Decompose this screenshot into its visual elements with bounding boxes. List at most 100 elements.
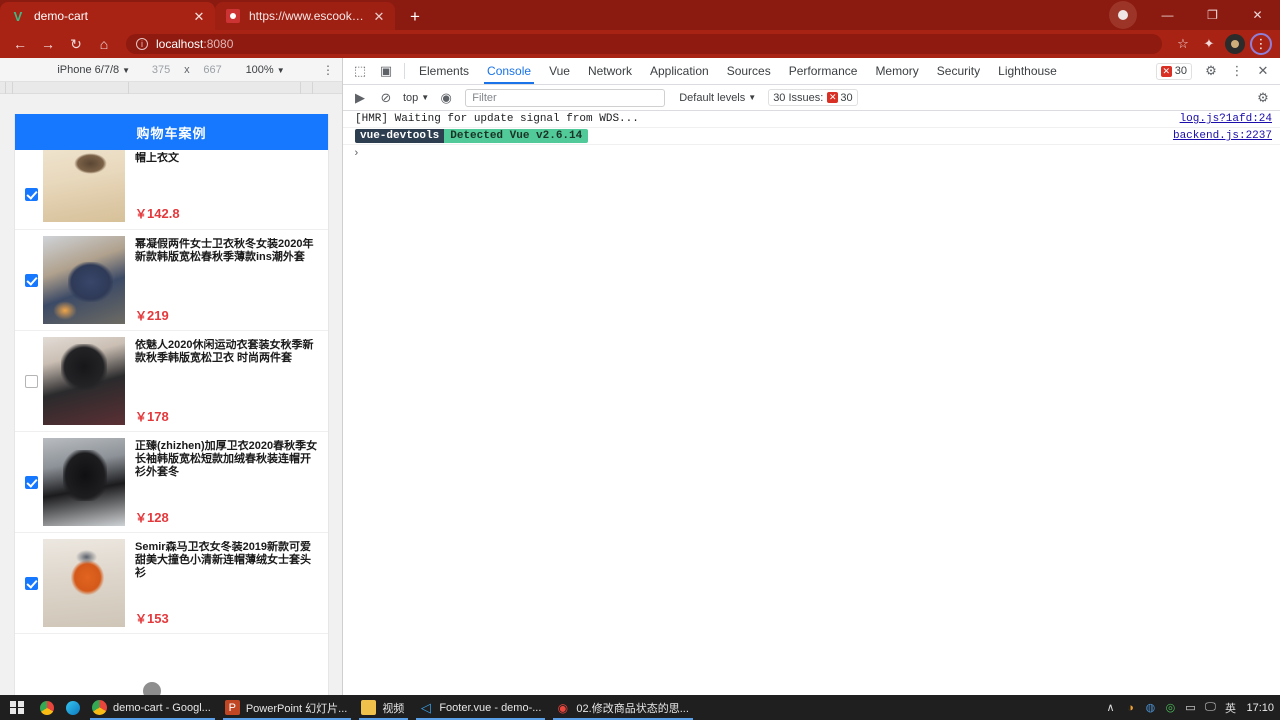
avatar-icon[interactable] [1222,32,1248,56]
list-item[interactable]: Semir森马卫衣女冬装2019新款可爱甜美大撞色小清新连帽薄绒女士套头衫 ￥1… [15,533,328,634]
product-title: 帽上衣文 [135,152,179,164]
list-item[interactable]: 正臻(zhizhen)加厚卫衣2020春秋季女长袖韩版宽松短款加绒春秋装连帽开衫… [15,432,328,533]
console-source-link[interactable]: backend.js:2237 [1161,130,1272,142]
product-title: 正臻(zhizhen)加厚卫衣2020春秋季女长袖韩版宽松短款加绒春秋装连帽开衫… [135,440,318,478]
tab-memory[interactable]: Memory [866,58,927,84]
screen: V demo-cart ✕ https://www.escook.cn/api/… [0,0,1280,720]
console-filter-input[interactable]: Filter [465,88,666,107]
device-width-input[interactable]: 375 [144,64,178,76]
currency-symbol: ￥ [135,207,148,221]
home-icon[interactable]: ⌂ [90,32,118,56]
folder-icon [361,700,377,715]
tray-record-icon[interactable]: ◎ [1160,695,1180,720]
error-count: 30 [1174,65,1187,77]
taskbar-item-video-folder[interactable]: 视频 [355,695,412,720]
clear-console-icon[interactable]: ⊘ [373,86,399,110]
issues-chip[interactable]: 30 Issues: ✕ 30 [768,89,858,106]
maximize-icon[interactable]: ❐ [1190,0,1235,30]
bookmark-star-icon[interactable]: ☆ [1170,32,1196,56]
profile-avatar[interactable] [1109,1,1137,29]
chrome-quick-icon[interactable] [34,695,60,720]
taskbar-item-vscode[interactable]: ◁ Footer.vue - demo-... [412,695,549,720]
log-levels-select[interactable]: Default levels ▼ [679,92,756,104]
tab-elements[interactable]: Elements [410,58,478,84]
minimize-icon[interactable]: — [1145,0,1190,30]
list-item[interactable]: 帽上衣文 ￥142.8 [15,150,328,230]
mobile-viewport: 购物车案例 帽上衣文 ￥142.8 幂凝假两件女士卫衣秋冬女装2020年新款韩版… [14,114,329,720]
devtools-settings-gear-icon[interactable]: ⚙ [1198,59,1224,83]
tab-performance[interactable]: Performance [780,58,867,84]
reload-icon[interactable]: ↻ [62,32,90,56]
tray-expand-chevron-icon[interactable]: ∧ [1100,695,1120,720]
execution-context-label: top [403,91,419,104]
tray-pause-icon[interactable]: ◍ [1140,695,1160,720]
list-item[interactable]: 依魅人2020休闲运动衣套装女秋季新款秋季韩版宽松卫衣 时尚两件套 ￥178 [15,331,328,432]
tray-ime-icon[interactable]: 英 [1220,695,1240,720]
tab-application[interactable]: Application [641,58,718,84]
toggle-device-toolbar-icon[interactable]: ▣ [373,59,399,83]
console-log-row: vue-devtools Detected Vue v2.6.14 backend… [343,128,1280,145]
taskbar-item-media[interactable]: ◉ 02.修改商品状态的思... [549,695,696,720]
close-icon[interactable]: ✕ [191,8,207,24]
device-select[interactable]: iPhone 6/7/8 ▼ [57,64,130,76]
devtools-tab-bar: ⬚ ▣ Elements Console Vue Network Applica… [343,58,1280,85]
tray-battery-icon[interactable]: ▭ [1180,695,1200,720]
dimension-separator: x [184,63,190,76]
browser-tab-demo-cart[interactable]: V demo-cart ✕ [0,2,215,30]
console-sidebar-icon[interactable]: ▶ [347,86,373,110]
start-button[interactable] [0,695,34,720]
price-value: 128 [147,510,169,525]
browser-tab-escook[interactable]: https://www.escook.cn/api/ca ✕ [215,2,395,30]
taskbar-item-chrome[interactable]: demo-cart - Googl... [86,695,219,720]
product-title: 依魅人2020休闲运动衣套装女秋季新款秋季韩版宽松卫衣 时尚两件套 [135,339,314,364]
site-info-icon[interactable]: i [136,38,148,50]
devtools-kebab-icon[interactable]: ⋮ [1224,59,1250,83]
tray-cloud-icon[interactable]: ◑ [1120,695,1140,720]
close-window-icon[interactable]: ✕ [1235,0,1280,30]
tab-lighthouse[interactable]: Lighthouse [989,58,1066,84]
browser-menu-icon[interactable]: ⋮ [1248,32,1274,56]
item-checkbox[interactable] [25,374,38,388]
item-checkbox[interactable] [25,576,38,590]
console-source-link[interactable]: log.js?1afd:24 [1168,113,1272,125]
price-value: 178 [147,409,169,424]
taskbar-item-label: 02.修改商品状态的思... [576,702,689,715]
execution-context-select[interactable]: top ▼ [399,92,433,104]
forward-icon[interactable]: → [34,32,62,56]
product-title: 幂凝假两件女士卫衣秋冬女装2020年新款韩版宽松春秋季薄款ins潮外套 [135,238,314,263]
tray-clock[interactable]: 17:10 [1246,702,1274,714]
tray-network-icon[interactable]: 🖵 [1200,695,1220,720]
item-checkbox[interactable] [25,273,38,287]
product-price: ￥142.8 [135,205,320,222]
tab-sources[interactable]: Sources [718,58,780,84]
item-checkbox[interactable] [25,475,38,489]
edge-quick-icon[interactable] [60,695,86,720]
device-options-kebab-icon[interactable]: ⋮ [322,63,334,77]
windows-logo-icon [10,700,24,715]
console-prompt[interactable]: › [343,145,1280,163]
console-settings-gear-icon[interactable]: ⚙ [1250,86,1276,110]
new-tab-button[interactable]: + [401,2,429,30]
device-height-input[interactable]: 667 [196,64,230,76]
device-select-label: iPhone 6/7/8 [57,63,120,76]
devtools-close-icon[interactable]: ✕ [1250,59,1276,83]
tab-network[interactable]: Network [579,58,641,84]
inspect-element-icon[interactable]: ⬚ [347,59,373,83]
tab-vue[interactable]: Vue [540,58,579,84]
close-icon[interactable]: ✕ [371,8,387,24]
live-expression-eye-icon[interactable]: ◉ [433,86,459,110]
product-price: ￥153 [135,610,320,627]
error-count-badge[interactable]: ✕ 30 [1155,62,1192,80]
address-bar[interactable]: i localhost :8080 [126,34,1162,54]
tab-security[interactable]: Security [928,58,989,84]
taskbar-item-powerpoint[interactable]: P PowerPoint 幻灯片... [219,695,355,720]
console-log-row: [HMR] Waiting for update signal from WDS… [343,111,1280,128]
back-icon[interactable]: ← [6,32,34,56]
item-checkbox[interactable] [25,188,38,201]
device-zoom-select[interactable]: 100% ▼ [246,64,285,76]
tab-console[interactable]: Console [478,58,540,84]
device-toolbar: iPhone 6/7/8 ▼ 375 x 667 100% ▼ ⋮ [0,58,342,82]
device-horizontal-scrollbar[interactable] [0,82,342,94]
extensions-puzzle-icon[interactable]: ✦ [1196,32,1222,56]
list-item[interactable]: 幂凝假两件女士卫衣秋冬女装2020年新款韩版宽松春秋季薄款ins潮外套 ￥219 [15,230,328,331]
